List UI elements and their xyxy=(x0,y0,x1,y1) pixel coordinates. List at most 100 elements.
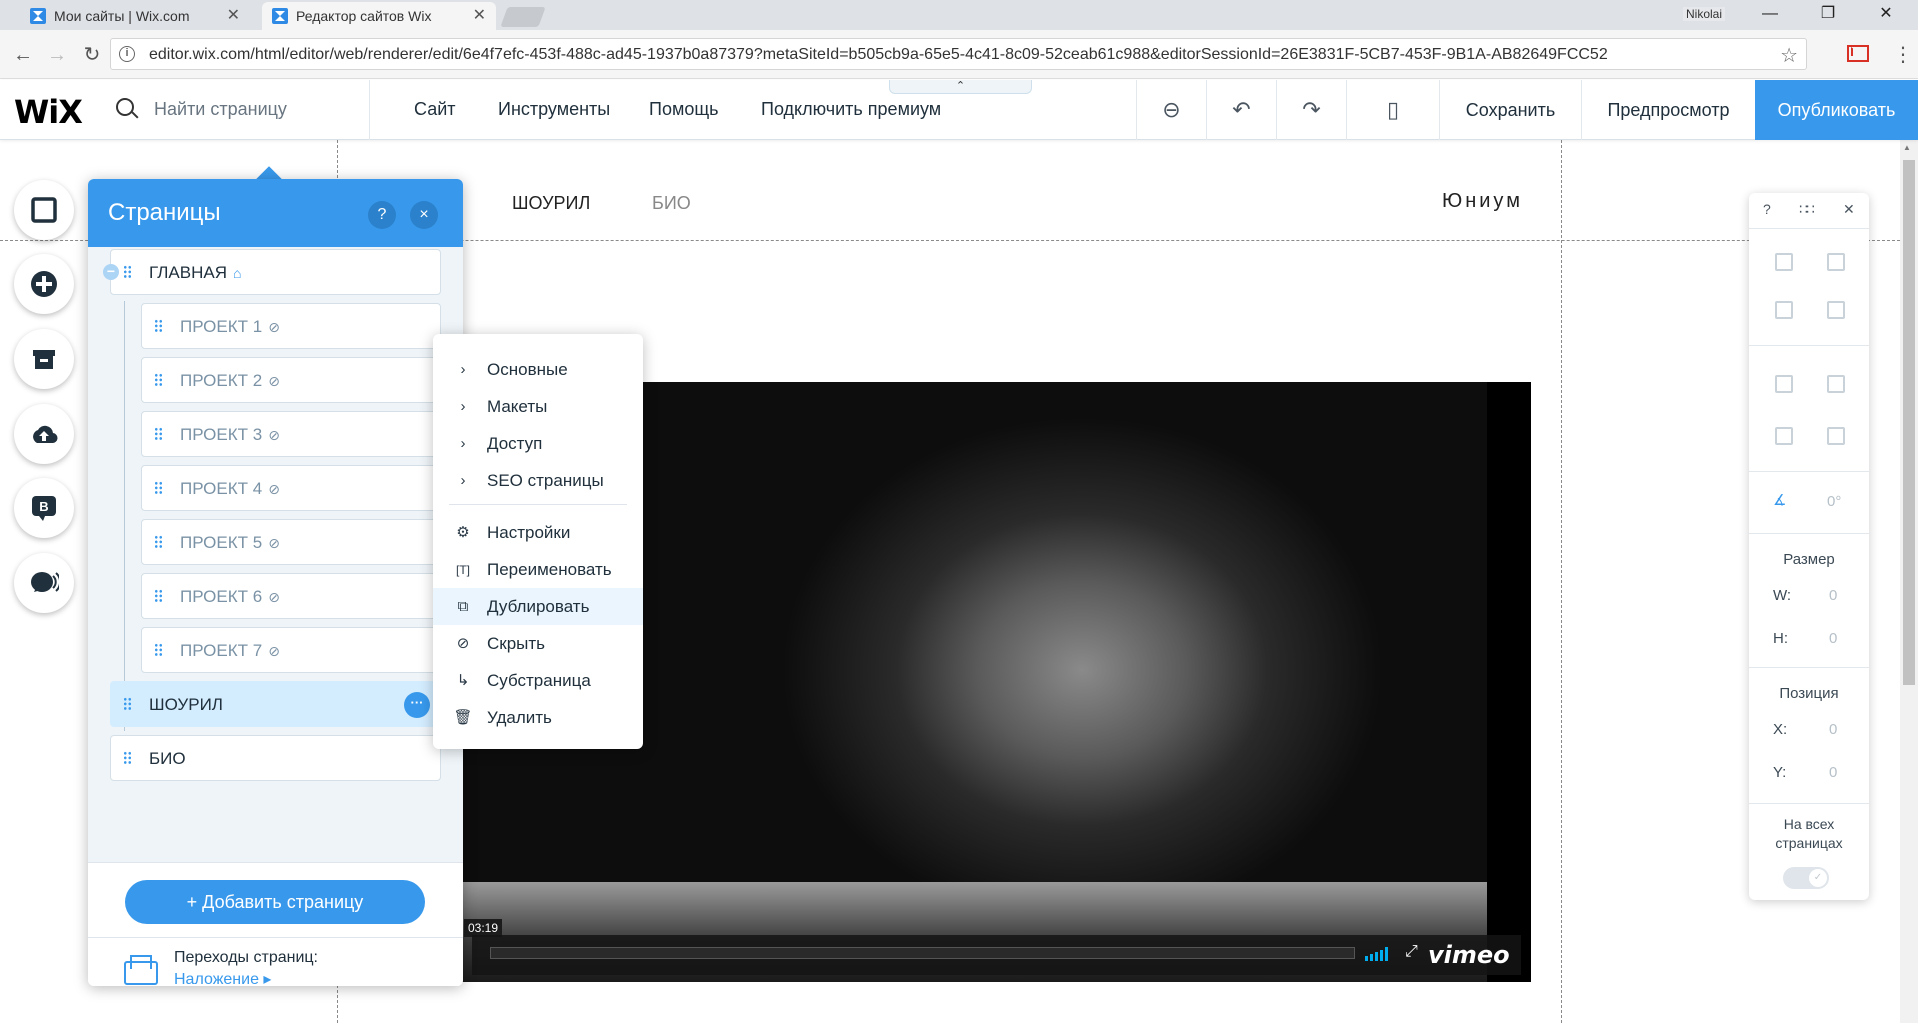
close-icon[interactable]: × xyxy=(410,201,438,229)
align-icon[interactable] xyxy=(1827,375,1845,393)
upload-rail-button[interactable] xyxy=(14,404,74,464)
help-icon[interactable]: ? xyxy=(368,201,396,229)
menu-item-layouts[interactable]: › Макеты xyxy=(433,388,643,425)
close-tab-icon[interactable]: ✕ xyxy=(227,2,240,30)
distribute-icon[interactable] xyxy=(1775,427,1793,445)
site-title[interactable]: Юниум xyxy=(1442,190,1523,213)
drag-handle-icon[interactable] xyxy=(154,481,163,495)
site-info-icon[interactable]: i xyxy=(119,46,135,62)
undo-button[interactable]: ↶ xyxy=(1206,80,1276,140)
page-item-home[interactable]: − ГЛАВНАЯ ⌂ xyxy=(103,249,441,295)
match-size-icon[interactable] xyxy=(1827,427,1845,445)
menu-item-hide[interactable]: ⊘ Скрыть xyxy=(433,625,643,662)
pages-rail-button[interactable] xyxy=(14,180,74,240)
show-on-all-pages-toggle[interactable] xyxy=(1783,867,1829,889)
search-placeholder[interactable]: Найти страницу xyxy=(154,99,287,120)
page-item-project-3[interactable]: ПРОЕКТ 3 ⊘ xyxy=(141,411,441,457)
chat-rail-button[interactable] xyxy=(14,553,74,613)
redo-button[interactable]: ↷ xyxy=(1276,80,1346,140)
page-item-showreel[interactable]: ШОУРИЛ ··· xyxy=(110,681,441,727)
page-item-project-4[interactable]: ПРОЕКТ 4 ⊘ xyxy=(141,465,441,511)
drag-handle-icon[interactable] xyxy=(154,427,163,441)
drag-handle-icon[interactable] xyxy=(154,373,163,387)
drag-handle-icon[interactable] xyxy=(123,697,132,711)
copy-icon[interactable] xyxy=(1775,253,1793,271)
vimeo-logo[interactable]: vimeo xyxy=(1428,941,1510,969)
page-item-project-2[interactable]: ПРОЕКТ 2 ⊘ xyxy=(141,357,441,403)
drag-handle-icon[interactable]: ∷∷ xyxy=(1799,201,1815,218)
wix-logo[interactable]: WiX xyxy=(14,93,83,131)
menu-item-delete[interactable]: 🗑 Удалить xyxy=(433,699,643,736)
blog-rail-button[interactable]: B xyxy=(14,478,74,538)
video-progress-bar[interactable] xyxy=(490,947,1355,959)
menu-item-duplicate[interactable]: ⧉ Дублировать xyxy=(433,588,643,625)
collapse-icon[interactable]: − xyxy=(103,264,119,280)
duplicate-icon[interactable] xyxy=(1775,301,1793,319)
drag-handle-icon[interactable] xyxy=(154,643,163,657)
minimize-icon[interactable]: — xyxy=(1747,2,1793,26)
page-item-project-6[interactable]: ПРОЕКТ 6 ⊘ xyxy=(141,573,441,619)
menu-site[interactable]: Сайт xyxy=(414,99,456,120)
more-options-icon[interactable]: ··· xyxy=(404,692,430,718)
trash-icon[interactable] xyxy=(1827,301,1845,319)
menu-upgrade[interactable]: Подключить премиум xyxy=(761,99,941,120)
arrange-icon[interactable] xyxy=(1775,375,1793,393)
new-tab-button[interactable] xyxy=(500,7,546,27)
volume-icon[interactable] xyxy=(1365,947,1393,961)
page-item-project-5[interactable]: ПРОЕКТ 5 ⊘ xyxy=(141,519,441,565)
menu-item-permissions[interactable]: › Доступ xyxy=(433,425,643,462)
browser-tab-editor[interactable]: Редактор сайтов Wix ✕ xyxy=(262,2,496,30)
close-window-icon[interactable]: ✕ xyxy=(1863,2,1909,26)
fullscreen-icon[interactable]: ⤢ xyxy=(1405,943,1418,961)
page-item-bio[interactable]: БИО xyxy=(110,735,441,781)
forward-icon[interactable]: → xyxy=(44,42,70,68)
y-field[interactable]: 0 xyxy=(1829,764,1837,781)
menu-item-settings[interactable]: ⚙ Настройки xyxy=(433,514,643,551)
menu-tools[interactable]: Инструменты xyxy=(498,99,610,120)
menu-item-subpage[interactable]: ↳ Субстраница xyxy=(433,662,643,699)
drag-handle-icon[interactable] xyxy=(123,265,132,279)
page-item-project-7[interactable]: ПРОЕКТ 7 ⊘ xyxy=(141,627,441,673)
rotate-icon[interactable]: ∡ xyxy=(1773,491,1786,509)
mobile-view-button[interactable]: ▯ xyxy=(1346,80,1439,140)
width-field[interactable]: 0 xyxy=(1829,587,1837,604)
browser-menu-icon[interactable]: ⋮ xyxy=(1893,42,1913,67)
site-nav-showreel[interactable]: ШОУРИЛ xyxy=(512,193,590,214)
browser-tab-my-sites[interactable]: Мои сайты | Wix.com ✕ xyxy=(20,2,250,30)
rotation-value[interactable]: 0° xyxy=(1827,493,1841,510)
drag-handle-icon[interactable] xyxy=(154,535,163,549)
url-text[interactable]: editor.wix.com/html/editor/web/renderer/… xyxy=(149,46,1749,64)
profile-name[interactable]: Nikolai xyxy=(1683,7,1726,21)
site-nav-bio[interactable]: БИО xyxy=(652,193,691,214)
reload-icon[interactable]: ↻ xyxy=(79,42,105,68)
gmail-extension-icon[interactable] xyxy=(1847,45,1869,62)
drag-handle-icon[interactable] xyxy=(123,751,132,765)
menu-item-seo[interactable]: › SEO страницы xyxy=(433,462,643,499)
drag-handle-icon[interactable] xyxy=(154,319,163,333)
scrollbar-thumb[interactable] xyxy=(1903,160,1915,685)
restore-icon[interactable]: ❐ xyxy=(1805,2,1851,26)
help-icon[interactable]: ? xyxy=(1763,201,1771,217)
page-item-project-1[interactable]: ПРОЕКТ 1 ⊘ xyxy=(141,303,441,349)
store-rail-button[interactable] xyxy=(14,329,74,389)
close-icon[interactable]: ✕ xyxy=(1843,201,1855,218)
menu-help[interactable]: Помощь xyxy=(649,99,719,120)
scroll-up-icon[interactable]: ▲ xyxy=(1903,143,1911,152)
menu-item-rename[interactable]: [T] Переименовать xyxy=(433,551,643,588)
drag-handle-icon[interactable] xyxy=(154,589,163,603)
collapse-topbar-button[interactable]: ⌃ xyxy=(889,80,1032,94)
menu-item-basics[interactable]: › Основные xyxy=(433,351,643,388)
transitions-dropdown[interactable]: Наложение ▸ xyxy=(174,969,271,986)
publish-button[interactable]: Опубликовать xyxy=(1755,80,1918,140)
bookmark-star-icon[interactable]: ☆ xyxy=(1780,43,1798,68)
x-field[interactable]: 0 xyxy=(1829,721,1837,738)
url-field[interactable]: i editor.wix.com/html/editor/web/rendere… xyxy=(110,38,1807,70)
save-button[interactable]: Сохранить xyxy=(1439,80,1581,140)
height-field[interactable]: 0 xyxy=(1829,630,1837,647)
back-icon[interactable]: ← xyxy=(10,42,36,68)
preview-button[interactable]: Предпросмотр xyxy=(1581,80,1755,140)
close-tab-icon[interactable]: ✕ xyxy=(473,2,486,30)
add-page-button[interactable]: + Добавить страницу xyxy=(125,880,425,924)
add-rail-button[interactable] xyxy=(14,254,74,314)
zoom-out-button[interactable]: ⊖ xyxy=(1136,80,1206,140)
